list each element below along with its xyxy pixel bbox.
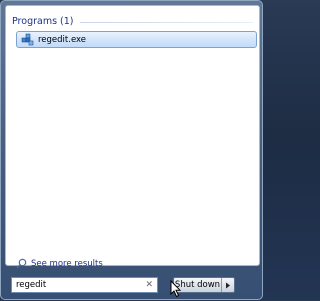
start-menu-bottom-bar: regedit ✕ Shut down (1, 267, 264, 301)
programs-group-header: Programs (1) (12, 14, 253, 28)
clear-icon[interactable]: ✕ (145, 280, 153, 290)
power-button-group: Shut down (173, 277, 235, 293)
search-input-value[interactable]: regedit (16, 280, 145, 290)
start-menu: Programs (1) regedit.exe See more result… (0, 0, 263, 300)
search-result-regedit[interactable]: regedit.exe (16, 31, 257, 48)
mouse-cursor-icon (170, 280, 182, 298)
power-options-button[interactable] (222, 278, 234, 292)
registry-editor-icon (21, 33, 34, 46)
search-input[interactable]: regedit ✕ (11, 277, 158, 293)
right-arrow-icon (226, 282, 230, 288)
search-results-panel: Programs (1) regedit.exe See more result… (5, 5, 260, 269)
group-divider (79, 21, 253, 23)
group-title: Programs (1) (12, 15, 74, 27)
result-label: regedit.exe (38, 34, 87, 45)
